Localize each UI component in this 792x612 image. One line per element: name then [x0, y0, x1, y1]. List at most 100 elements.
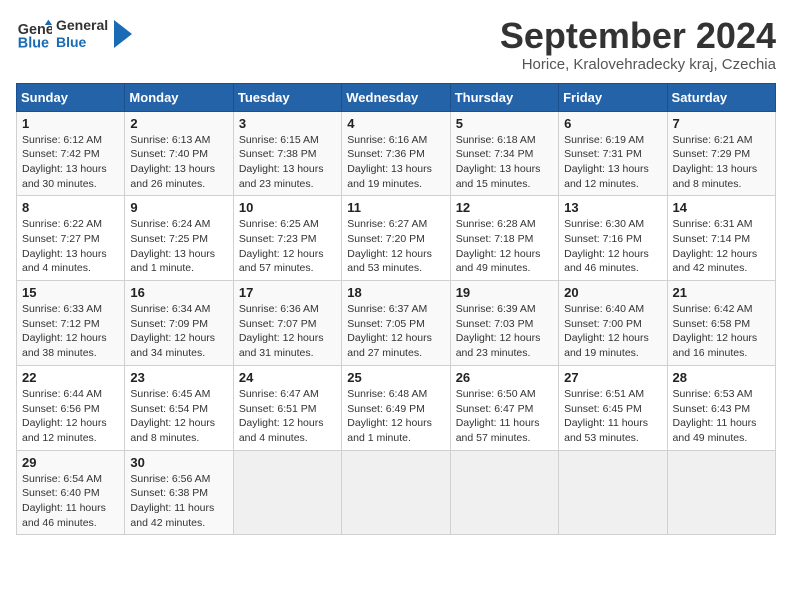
header-thursday: Thursday — [450, 83, 558, 111]
day-info: Sunrise: 6:47 AMSunset: 6:51 PMDaylight:… — [239, 387, 336, 446]
calendar-table: Sunday Monday Tuesday Wednesday Thursday… — [16, 83, 776, 536]
calendar-cell: 12 Sunrise: 6:28 AMSunset: 7:18 PMDayligh… — [450, 196, 558, 281]
day-info: Sunrise: 6:51 AMSunset: 6:45 PMDaylight:… — [564, 387, 661, 446]
day-number: 15 — [22, 285, 119, 300]
calendar-subtitle: Horice, Kralovehradecky kraj, Czechia — [500, 56, 776, 73]
header-tuesday: Tuesday — [233, 83, 341, 111]
day-info: Sunrise: 6:42 AMSunset: 6:58 PMDaylight:… — [673, 302, 770, 361]
calendar-cell: 13Sunrise: 6:30 AMSunset: 7:16 PMDayligh… — [559, 196, 667, 281]
day-info: Sunrise: 6:34 AMSunset: 7:09 PMDaylight:… — [130, 302, 227, 361]
logo-arrow-icon — [114, 20, 132, 48]
day-info: Sunrise: 6:54 AMSunset: 6:40 PMDaylight:… — [22, 472, 119, 531]
day-info: Sunrise: 6:19 AMSunset: 7:31 PMDaylight:… — [564, 133, 661, 192]
day-number: 4 — [347, 116, 444, 131]
calendar-cell: 29Sunrise: 6:54 AMSunset: 6:40 PMDayligh… — [17, 450, 125, 535]
svg-text:Blue: Blue — [18, 36, 49, 52]
day-info: Sunrise: 6:24 AMSunset: 7:25 PMDaylight:… — [130, 217, 227, 276]
day-info: Sunrise: 6:36 AMSunset: 7:07 PMDaylight:… — [239, 302, 336, 361]
calendar-cell: 11 Sunrise: 6:27 AMSunset: 7:20 PMDayligh… — [342, 196, 450, 281]
calendar-cell: 17 Sunrise: 6:36 AMSunset: 7:07 PMDayligh… — [233, 281, 341, 366]
header-wednesday: Wednesday — [342, 83, 450, 111]
calendar-cell: 20Sunrise: 6:40 AMSunset: 7:00 PMDayligh… — [559, 281, 667, 366]
header-monday: Monday — [125, 83, 233, 111]
day-info: Sunrise: 6:12 AMSunset: 7:42 PMDaylight:… — [22, 133, 119, 192]
day-number: 8 — [22, 200, 119, 215]
day-info: Sunrise: 6:44 AMSunset: 6:56 PMDaylight:… — [22, 387, 119, 446]
calendar-row-1: 1 Sunrise: 6:12 AMSunset: 7:42 PMDaylight… — [17, 111, 776, 196]
day-number: 2 — [130, 116, 227, 131]
calendar-row-4: 22 Sunrise: 6:44 AMSunset: 6:56 PMDayligh… — [17, 365, 776, 450]
calendar-row-2: 8Sunrise: 6:22 AMSunset: 7:27 PMDaylight… — [17, 196, 776, 281]
day-info: Sunrise: 6:21 AMSunset: 7:29 PMDaylight:… — [673, 133, 770, 192]
day-number: 22 — [22, 370, 119, 385]
calendar-cell: 28 Sunrise: 6:53 AMSunset: 6:43 PMDayligh… — [667, 365, 775, 450]
day-number: 12 — [456, 200, 553, 215]
day-info: Sunrise: 6:30 AMSunset: 7:16 PMDaylight:… — [564, 217, 661, 276]
day-number: 3 — [239, 116, 336, 131]
calendar-cell: 16 Sunrise: 6:34 AMSunset: 7:09 PMDayligh… — [125, 281, 233, 366]
day-info: Sunrise: 6:15 AMSunset: 7:38 PMDaylight:… — [239, 133, 336, 192]
calendar-cell: 22 Sunrise: 6:44 AMSunset: 6:56 PMDayligh… — [17, 365, 125, 450]
logo-icon: General Blue — [16, 16, 52, 52]
day-number: 23 — [130, 370, 227, 385]
day-info: Sunrise: 6:27 AMSunset: 7:20 PMDaylight:… — [347, 217, 444, 276]
calendar-cell: 7 Sunrise: 6:21 AMSunset: 7:29 PMDaylight… — [667, 111, 775, 196]
calendar-cell: 25 Sunrise: 6:48 AMSunset: 6:49 PMDayligh… — [342, 365, 450, 450]
day-info: Sunrise: 6:25 AMSunset: 7:23 PMDaylight:… — [239, 217, 336, 276]
calendar-cell: 1 Sunrise: 6:12 AMSunset: 7:42 PMDaylight… — [17, 111, 125, 196]
calendar-cell — [233, 450, 341, 535]
day-number: 24 — [239, 370, 336, 385]
calendar-cell — [450, 450, 558, 535]
day-number: 20 — [564, 285, 661, 300]
logo-text: General — [56, 17, 108, 34]
day-number: 28 — [673, 370, 770, 385]
day-number: 30 — [130, 455, 227, 470]
calendar-cell — [667, 450, 775, 535]
calendar-title: September 2024 — [500, 16, 776, 56]
day-info: Sunrise: 6:31 AMSunset: 7:14 PMDaylight:… — [673, 217, 770, 276]
day-info: Sunrise: 6:33 AMSunset: 7:12 PMDaylight:… — [22, 302, 119, 361]
day-number: 25 — [347, 370, 444, 385]
calendar-row-5: 29Sunrise: 6:54 AMSunset: 6:40 PMDayligh… — [17, 450, 776, 535]
calendar-cell: 4Sunrise: 6:16 AMSunset: 7:36 PMDaylight… — [342, 111, 450, 196]
calendar-cell: 8Sunrise: 6:22 AMSunset: 7:27 PMDaylight… — [17, 196, 125, 281]
day-info: Sunrise: 6:39 AMSunset: 7:03 PMDaylight:… — [456, 302, 553, 361]
calendar-cell: 15 Sunrise: 6:33 AMSunset: 7:12 PMDayligh… — [17, 281, 125, 366]
day-number: 14 — [673, 200, 770, 215]
calendar-cell: 14 Sunrise: 6:31 AMSunset: 7:14 PMDayligh… — [667, 196, 775, 281]
calendar-cell: 27 Sunrise: 6:51 AMSunset: 6:45 PMDayligh… — [559, 365, 667, 450]
calendar-cell: 23 Sunrise: 6:45 AMSunset: 6:54 PMDayligh… — [125, 365, 233, 450]
day-info: Sunrise: 6:18 AMSunset: 7:34 PMDaylight:… — [456, 133, 553, 192]
day-number: 19 — [456, 285, 553, 300]
calendar-cell: 3 Sunrise: 6:15 AMSunset: 7:38 PMDaylight… — [233, 111, 341, 196]
logo-subtext: Blue — [56, 34, 108, 51]
calendar-cell: 21Sunrise: 6:42 AMSunset: 6:58 PMDayligh… — [667, 281, 775, 366]
calendar-cell: 26 Sunrise: 6:50 AMSunset: 6:47 PMDayligh… — [450, 365, 558, 450]
day-info: Sunrise: 6:50 AMSunset: 6:47 PMDaylight:… — [456, 387, 553, 446]
day-info: Sunrise: 6:37 AMSunset: 7:05 PMDaylight:… — [347, 302, 444, 361]
day-number: 27 — [564, 370, 661, 385]
day-info: Sunrise: 6:45 AMSunset: 6:54 PMDaylight:… — [130, 387, 227, 446]
day-number: 17 — [239, 285, 336, 300]
day-info: Sunrise: 6:28 AMSunset: 7:18 PMDaylight:… — [456, 217, 553, 276]
day-number: 10 — [239, 200, 336, 215]
calendar-cell — [559, 450, 667, 535]
day-number: 6 — [564, 116, 661, 131]
day-info: Sunrise: 6:53 AMSunset: 6:43 PMDaylight:… — [673, 387, 770, 446]
day-number: 9 — [130, 200, 227, 215]
day-number: 11 — [347, 200, 444, 215]
calendar-cell: 6 Sunrise: 6:19 AMSunset: 7:31 PMDaylight… — [559, 111, 667, 196]
day-number: 1 — [22, 116, 119, 131]
day-number: 26 — [456, 370, 553, 385]
calendar-cell — [342, 450, 450, 535]
header-friday: Friday — [559, 83, 667, 111]
day-number: 16 — [130, 285, 227, 300]
calendar-row-3: 15 Sunrise: 6:33 AMSunset: 7:12 PMDayligh… — [17, 281, 776, 366]
header-saturday: Saturday — [667, 83, 775, 111]
calendar-cell: 19 Sunrise: 6:39 AMSunset: 7:03 PMDayligh… — [450, 281, 558, 366]
day-info: Sunrise: 6:48 AMSunset: 6:49 PMDaylight:… — [347, 387, 444, 446]
page-header: General Blue General Blue September 2024… — [16, 16, 776, 73]
day-number: 18 — [347, 285, 444, 300]
day-number: 7 — [673, 116, 770, 131]
logo: General Blue General Blue — [16, 16, 132, 52]
